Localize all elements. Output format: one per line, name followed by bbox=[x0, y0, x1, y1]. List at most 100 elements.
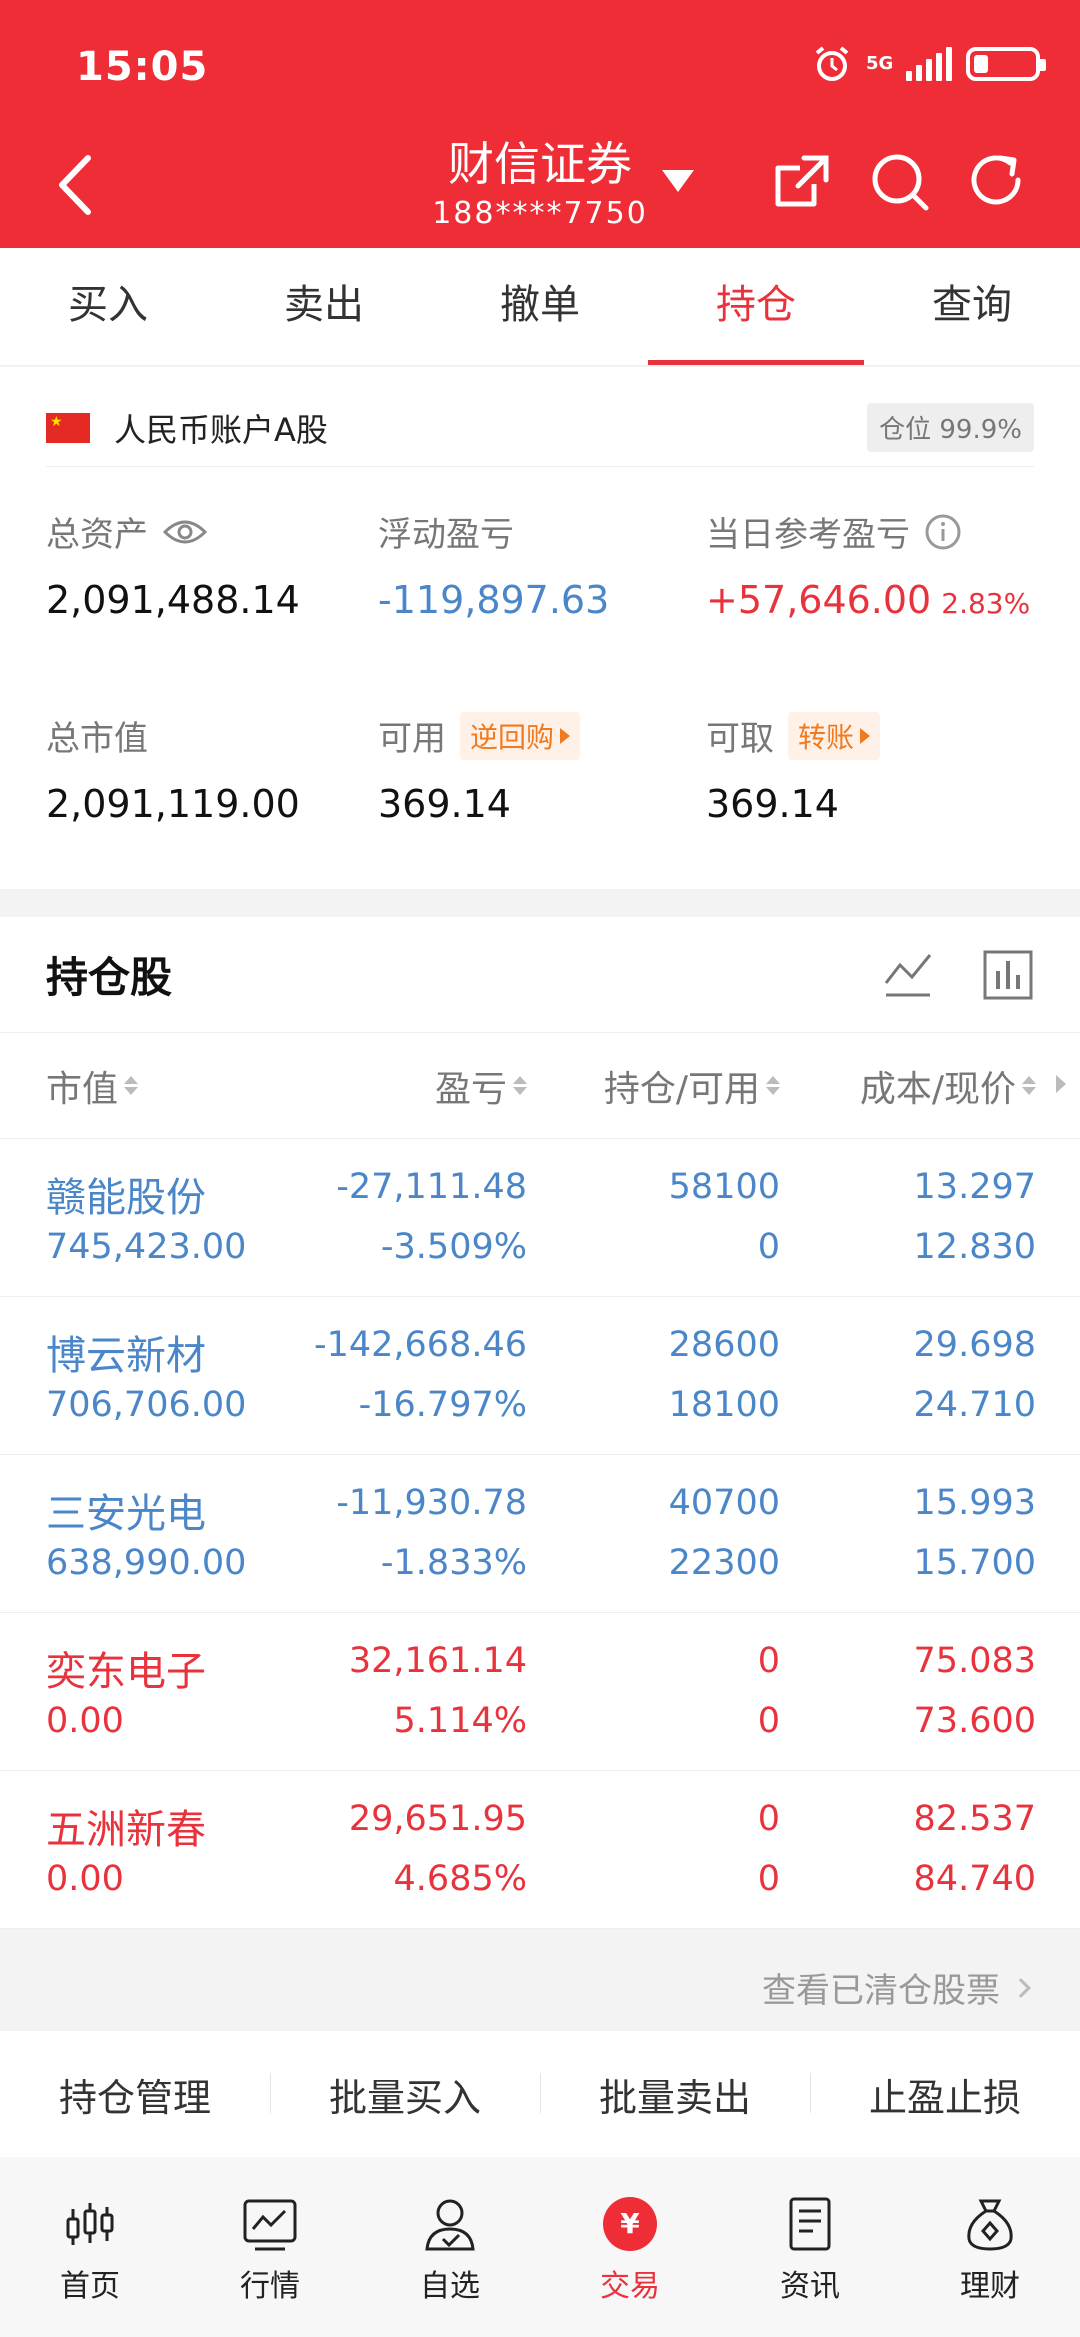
signal-icon bbox=[906, 47, 952, 81]
alarm-icon bbox=[815, 46, 849, 81]
available-label: 可用 bbox=[378, 719, 446, 759]
cleared-stocks-label: 查看已清仓股票 bbox=[762, 1971, 1000, 2011]
stock-available: 18100 bbox=[668, 1385, 780, 1425]
stock-price: 15.700 bbox=[913, 1543, 1036, 1583]
stock-available: 22300 bbox=[668, 1543, 780, 1583]
line-chart-icon[interactable] bbox=[882, 949, 934, 1001]
nav-watchlist-label: 自选 bbox=[420, 2269, 480, 2304]
refresh-icon[interactable] bbox=[966, 150, 1030, 214]
position-management-button[interactable]: 持仓管理 bbox=[0, 2067, 270, 2122]
holdings-column-header: 市值 盈亏 持仓/可用 成本/现价 bbox=[0, 1033, 1080, 1139]
reverse-repo-link[interactable]: 逆回购 bbox=[460, 711, 581, 760]
daily-pl-percent: 2.83% bbox=[941, 587, 1031, 620]
holding-row[interactable]: 奕东电子 0.00 32,161.14 5.114% 0 0 75.083 73.600 bbox=[0, 1613, 1080, 1771]
yuan-trade-icon: ¥ bbox=[603, 2197, 657, 2251]
nav-trade[interactable]: ¥ 交易 bbox=[540, 2157, 720, 2337]
daily-pl: 当日参考盈亏 +57,646.00 2.83% bbox=[706, 507, 1030, 622]
nav-wealth-label: 理财 bbox=[960, 2269, 1020, 2304]
market-value-value: 2,091,119.00 bbox=[46, 782, 300, 826]
holding-row[interactable]: 三安光电 638,990.00 -11,930.78 -1.833% 40700 2230… bbox=[0, 1455, 1080, 1613]
col-pl-label: 盈亏 bbox=[434, 1068, 507, 1110]
chevron-right-icon bbox=[1011, 1977, 1031, 1998]
market-chart-icon bbox=[243, 2199, 297, 2251]
col-market-value-label: 市值 bbox=[46, 1068, 119, 1110]
stock-available: 0 bbox=[757, 1701, 780, 1741]
reverse-repo-label: 逆回购 bbox=[470, 720, 555, 754]
status-icons: 5G bbox=[812, 44, 1046, 84]
stock-position: 58100 bbox=[668, 1167, 780, 1207]
network-type: 5G bbox=[866, 53, 894, 74]
tab-buy[interactable]: 买入 bbox=[0, 248, 216, 365]
holdings-list: 赣能股份 745,423.00 -27,111.48 -3.509% 58100 0 13.… bbox=[0, 1139, 1080, 1929]
tab-holdings[interactable]: 持仓 bbox=[648, 248, 864, 365]
sort-icon bbox=[766, 1076, 780, 1095]
stock-market-value: 0.00 bbox=[46, 1701, 124, 1741]
col-market-value[interactable]: 市值 bbox=[46, 1060, 139, 1112]
tab-query[interactable]: 查询 bbox=[864, 248, 1080, 365]
col-pl[interactable]: 盈亏 bbox=[435, 1060, 527, 1112]
info-icon[interactable] bbox=[924, 513, 962, 551]
col-position-label: 持仓/可用 bbox=[603, 1068, 760, 1110]
available-value: 369.14 bbox=[378, 782, 511, 826]
withdrawable-label: 可取 bbox=[706, 719, 774, 759]
market-value: 总市值 2,091,119.00 bbox=[46, 711, 300, 826]
nav-market[interactable]: 行情 bbox=[180, 2157, 360, 2337]
account-summary: 人民币账户A股 仓位 99.9% 总资产 2,091,488.14 浮动盈亏 -… bbox=[0, 367, 1080, 889]
app-header: 15:05 5G 财信证券 188****7750 bbox=[0, 0, 1080, 248]
account-type-row[interactable]: 人民币账户A股 仓位 99.9% bbox=[46, 389, 1034, 467]
triangle-right-icon bbox=[860, 727, 871, 744]
stock-pl-amount: 32,161.14 bbox=[348, 1641, 527, 1681]
cleared-stocks-link[interactable]: 查看已清仓股票 bbox=[762, 1963, 1031, 2012]
nav-news[interactable]: 资讯 bbox=[720, 2157, 900, 2337]
tab-cancel-order[interactable]: 撤单 bbox=[432, 248, 648, 365]
stock-pl-amount: 29,651.95 bbox=[348, 1799, 527, 1839]
transfer-link[interactable]: 转账 bbox=[788, 711, 881, 760]
scroll-right-icon[interactable] bbox=[1056, 1075, 1066, 1093]
stock-price: 73.600 bbox=[913, 1701, 1036, 1741]
stock-pl-percent: -16.797% bbox=[358, 1385, 527, 1425]
total-assets: 总资产 2,091,488.14 bbox=[46, 507, 300, 622]
holding-row[interactable]: 赣能股份 745,423.00 -27,111.48 -3.509% 58100 0 13.… bbox=[0, 1139, 1080, 1297]
batch-sell-button[interactable]: 批量卖出 bbox=[540, 2067, 810, 2122]
eye-icon[interactable] bbox=[162, 517, 208, 547]
take-profit-stop-loss-button[interactable]: 止盈止损 bbox=[810, 2067, 1080, 2122]
market-value-label: 总市值 bbox=[46, 719, 148, 759]
stock-pl-amount: -11,930.78 bbox=[336, 1483, 527, 1523]
stock-cost: 15.993 bbox=[913, 1483, 1036, 1523]
bar-chart-icon[interactable] bbox=[982, 949, 1034, 1001]
stock-name: 五洲新春 bbox=[46, 1807, 206, 1853]
col-position[interactable]: 持仓/可用 bbox=[604, 1060, 780, 1112]
stock-pl-percent: -1.833% bbox=[380, 1543, 527, 1583]
tab-sell[interactable]: 卖出 bbox=[216, 248, 432, 365]
batch-buy-button[interactable]: 批量买入 bbox=[270, 2067, 540, 2122]
nav-wealth[interactable]: 理财 bbox=[900, 2157, 1080, 2337]
withdrawable-funds: 可取 转账 369.14 bbox=[706, 711, 881, 826]
status-time: 15:05 bbox=[76, 44, 209, 90]
dropdown-triangle-icon[interactable] bbox=[660, 166, 696, 196]
stock-name: 赣能股份 bbox=[46, 1175, 206, 1221]
stock-pl-percent: 4.685% bbox=[393, 1859, 527, 1899]
daily-pl-label: 当日参考盈亏 bbox=[706, 515, 910, 555]
nav-news-label: 资讯 bbox=[780, 2269, 840, 2304]
col-cost-price[interactable]: 成本/现价 bbox=[860, 1060, 1036, 1112]
share-icon[interactable] bbox=[770, 150, 834, 214]
holding-row[interactable]: 博云新材 706,706.00 -142,668.46 -16.797% 28600 18… bbox=[0, 1297, 1080, 1455]
holdings-header: 持仓股 bbox=[0, 917, 1080, 1033]
sort-icon bbox=[513, 1076, 527, 1095]
stock-pl-amount: -27,111.48 bbox=[336, 1167, 527, 1207]
stock-cost: 29.698 bbox=[913, 1325, 1036, 1365]
stock-position: 28600 bbox=[668, 1325, 780, 1365]
nav-home[interactable]: 首页 bbox=[0, 2157, 180, 2337]
holding-row[interactable]: 五洲新春 0.00 29,651.95 4.685% 0 0 82.537 84.740 bbox=[0, 1771, 1080, 1929]
stock-position: 0 bbox=[757, 1641, 780, 1681]
stock-pl-percent: 5.114% bbox=[393, 1701, 527, 1741]
nav-trade-label: 交易 bbox=[600, 2269, 660, 2304]
position-ratio-badge: 仓位 99.9% bbox=[867, 403, 1034, 452]
stock-price: 84.740 bbox=[913, 1859, 1036, 1899]
bottom-nav: 首页 行情 自选 ¥ 交易 资讯 理财 bbox=[0, 2157, 1080, 2337]
stock-name: 博云新材 bbox=[46, 1333, 206, 1379]
stock-name: 三安光电 bbox=[46, 1491, 206, 1537]
nav-watchlist[interactable]: 自选 bbox=[360, 2157, 540, 2337]
transfer-label: 转账 bbox=[798, 720, 855, 754]
search-icon[interactable] bbox=[868, 150, 932, 214]
